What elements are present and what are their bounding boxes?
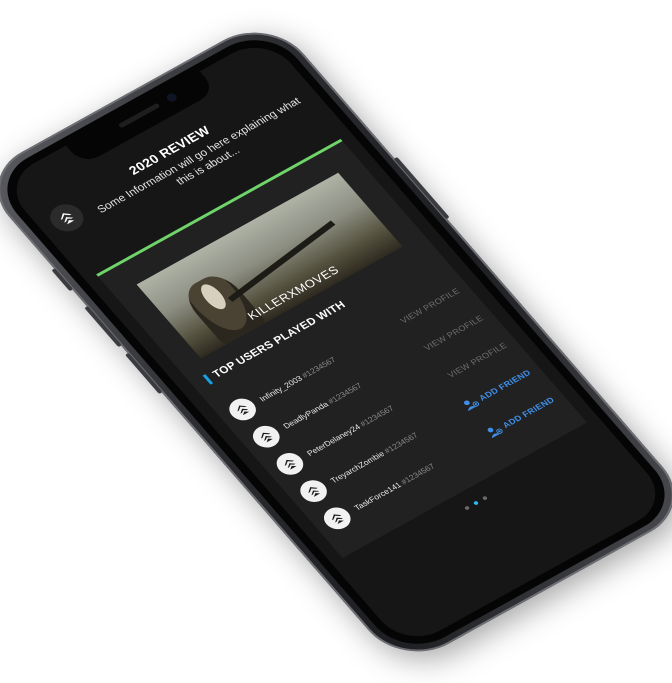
- user-avatar-icon[interactable]: [318, 502, 356, 533]
- user-tag: #1234567: [398, 461, 437, 486]
- user-tag: #1234567: [325, 380, 364, 405]
- front-camera: [164, 91, 179, 103]
- add-user-icon: [484, 423, 504, 439]
- page-dot[interactable]: [481, 495, 489, 501]
- user-tag: #1234567: [299, 354, 338, 380]
- user-tag: #1234567: [357, 403, 396, 428]
- user-avatar-icon[interactable]: [247, 421, 285, 452]
- page-dot[interactable]: [463, 505, 471, 511]
- rifle-image: [227, 219, 336, 302]
- add-user-icon: [460, 396, 480, 412]
- user-avatar-icon[interactable]: [271, 448, 309, 479]
- user-tag: #1234567: [381, 430, 420, 455]
- user-name: TaskForce141: [352, 479, 403, 512]
- app-screen: 2020 REVIEW Some Information will go her…: [0, 34, 672, 649]
- phone-mockup: 2020 REVIEW Some Information will go her…: [0, 14, 672, 669]
- user-avatar-icon[interactable]: [224, 393, 262, 424]
- page-dot-active[interactable]: [472, 500, 480, 506]
- user-avatar-icon[interactable]: [295, 475, 333, 506]
